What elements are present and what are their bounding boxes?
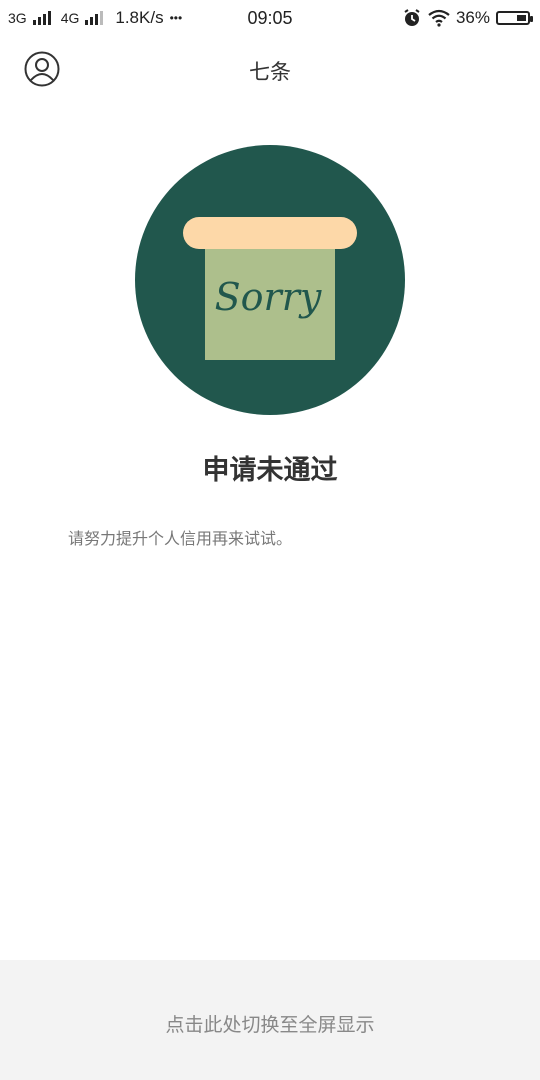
illustration-bar bbox=[183, 217, 357, 249]
status-right: 36% bbox=[402, 8, 533, 28]
fullscreen-toggle-bar[interactable]: 点击此处切换至全屏显示 bbox=[0, 960, 540, 1080]
battery-icon bbox=[496, 11, 533, 25]
result-description: 请努力提升个人信用再来试试。 bbox=[68, 529, 293, 548]
sorry-text: Sorry bbox=[215, 275, 322, 319]
result-title: 申请未通过 bbox=[202, 455, 338, 486]
wifi-icon bbox=[428, 9, 450, 27]
rejected-illustration: Sorry bbox=[135, 145, 405, 415]
fullscreen-toggle-label[interactable]: 点击此处切换至全屏显示 bbox=[0, 1010, 540, 1037]
page-title: 七条 bbox=[249, 60, 291, 84]
battery-percent: 36% bbox=[455, 8, 490, 27]
app-header: 七条 bbox=[0, 36, 540, 104]
status-bar: 3G 4G 1.8K/s ••• 09:05 36% bbox=[0, 0, 540, 36]
alarm-icon bbox=[404, 9, 420, 26]
